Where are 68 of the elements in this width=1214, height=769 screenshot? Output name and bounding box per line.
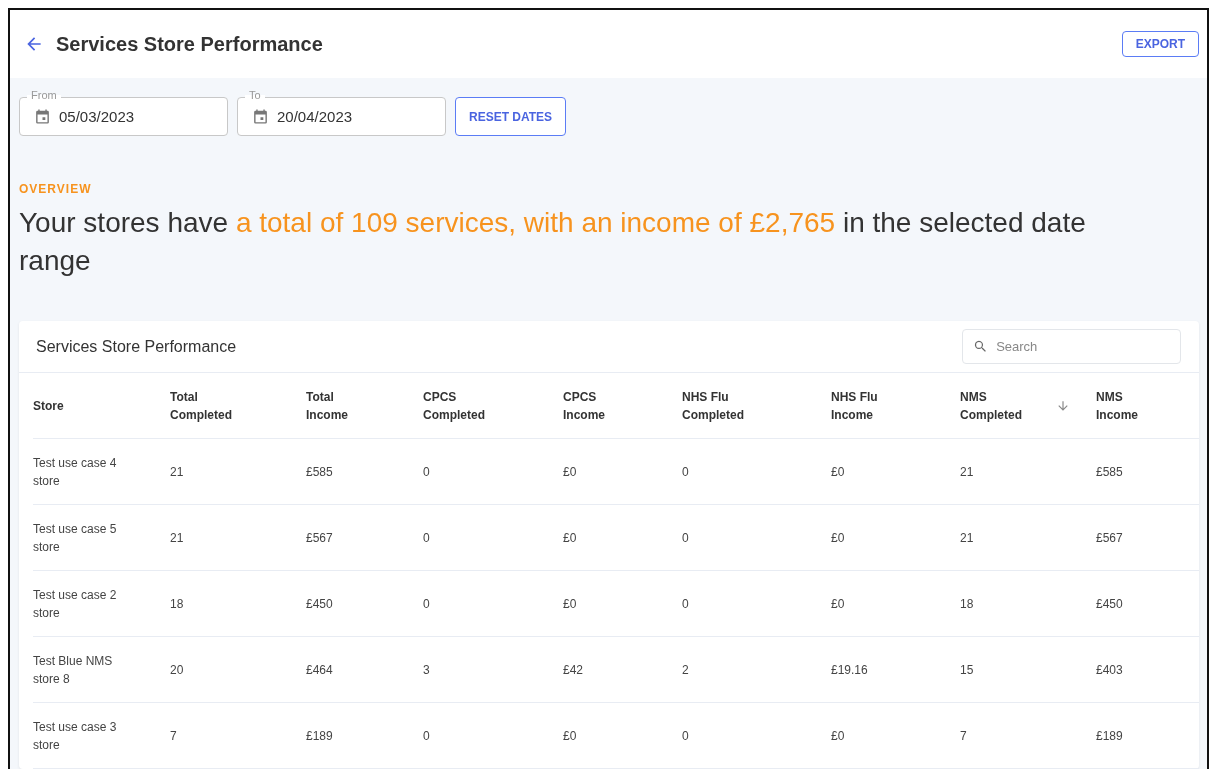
table-cell-text: £450 [306,595,333,613]
table-cell-text: £567 [306,529,333,547]
table-cell-text: 18 [170,595,184,613]
table-cell-text: 21 [960,463,974,481]
table-cell-text: £464 [306,661,333,679]
table-cell-text: £0 [563,529,577,547]
table-cell-text: £42 [563,661,584,679]
table-cell-text: 18 [960,595,974,613]
table-cell-text: 20 [170,661,184,679]
column-header[interactable]: NHS Flu Completed [682,387,752,424]
table-cell-text: 3 [423,661,430,679]
table-cell-text: £403 [1096,661,1123,679]
table-cell-text: £189 [306,727,333,745]
table-cell-text: 0 [423,595,430,613]
overview-headline: Your stores have a total of 109 services, with an income of £2,765 in the selected date range [19,206,1087,278]
table-cell-text: £0 [563,463,577,481]
export-button[interactable]: EXPORT [1121,31,1199,57]
column-header[interactable]: NHS Flu Income [831,387,901,424]
table-cell-text: 7 [960,727,967,745]
table-cell-text: 0 [423,463,430,481]
table-cell-text: 0 [423,727,430,745]
column-header[interactable]: NMS Completed [960,387,1030,424]
table-cell-text: 2 [682,661,689,679]
date-value: 20/04/2023 [277,108,353,125]
column-header[interactable]: NMS Income [1096,387,1166,424]
table-cell-text: £0 [831,529,845,547]
table-cell-text: £0 [831,727,845,745]
table-cell-text: £19.16 [831,661,868,679]
date-value: 05/03/2023 [59,108,135,125]
table-cell-text: Test use case 2 store [33,586,118,622]
table-cell-text: £0 [563,727,577,745]
table-cell-text: Test use case 3 store [33,718,118,754]
search-field[interactable]: Search [962,329,1181,364]
table-cell-text: 0 [682,463,689,481]
field-label: From [27,89,61,101]
table-cell-text: Test use case 4 store [33,454,118,490]
column-header[interactable]: Store [33,396,103,415]
table-cell-text: £567 [1096,529,1123,547]
table-cell-text: 7 [170,727,177,745]
table-cell-text: £585 [306,463,333,481]
table-cell-text: 21 [170,529,184,547]
section-label: OVERVIEW [19,182,93,196]
table-cell-text: £585 [1096,463,1123,481]
table-cell-text: 21 [170,463,184,481]
reset-dates-button[interactable]: RESET DATES [455,97,567,136]
column-header[interactable]: Total Completed [170,387,240,424]
table-cell-text: Test Blue NMS store 8 [33,652,114,688]
calendar-icon [252,108,269,125]
table-cell-text: £0 [831,463,845,481]
calendar-icon [34,108,51,125]
table-cell-text: 0 [682,529,689,547]
field-label: To [245,89,265,101]
table-cell-text: 0 [682,595,689,613]
table-cell-text: 15 [960,661,974,679]
table-cell-text: £450 [1096,595,1123,613]
column-header[interactable]: Total Income [306,387,376,424]
table-cell-text: Test use case 5 store [33,520,118,556]
column-header[interactable]: CPCS Completed [423,387,493,424]
page-title: Services Store Performance [56,32,324,56]
table-cell-text: 0 [423,529,430,547]
table-title: Services Store Performance [36,337,237,356]
column-header[interactable]: CPCS Income [563,387,633,424]
table-cell-text: 0 [682,727,689,745]
sort-arrow-icon[interactable] [1056,398,1070,413]
table-cell-text: £189 [1096,727,1123,745]
table-cell-text: 21 [960,529,974,547]
table-cell-text: £0 [831,595,845,613]
table-cell-text: £0 [563,595,577,613]
